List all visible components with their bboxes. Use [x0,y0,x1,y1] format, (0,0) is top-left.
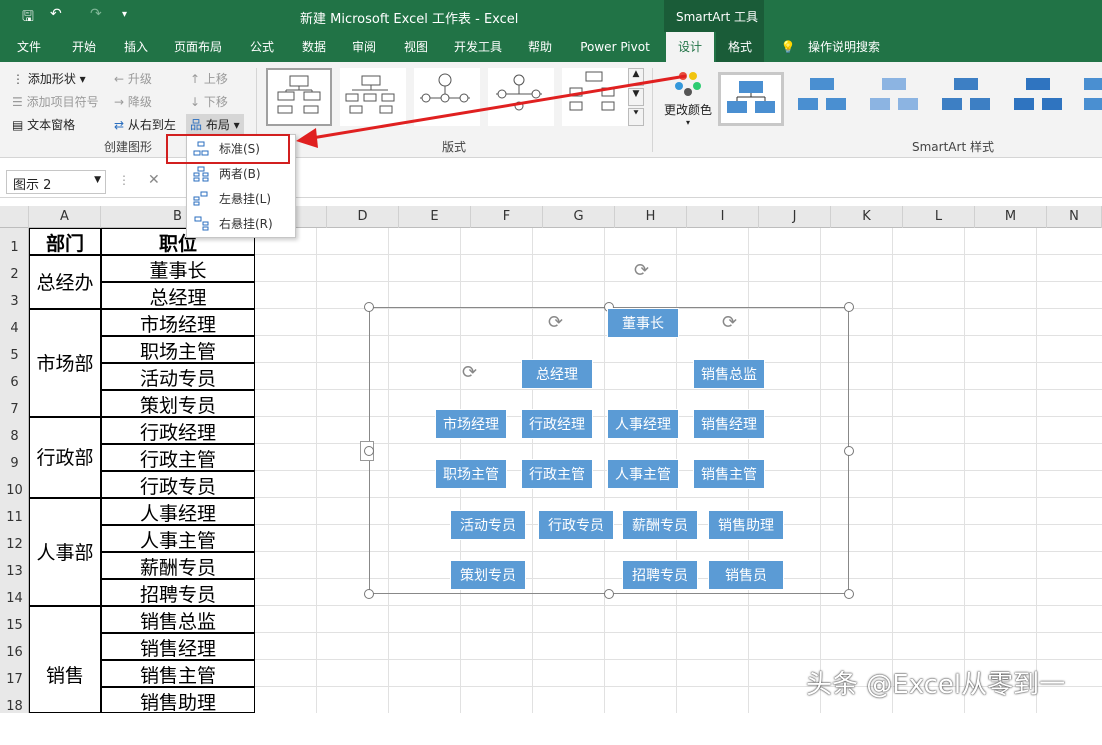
annotation-arrow [296,74,687,148]
watermark: 头条 @Excel从零到一 [806,670,1066,700]
